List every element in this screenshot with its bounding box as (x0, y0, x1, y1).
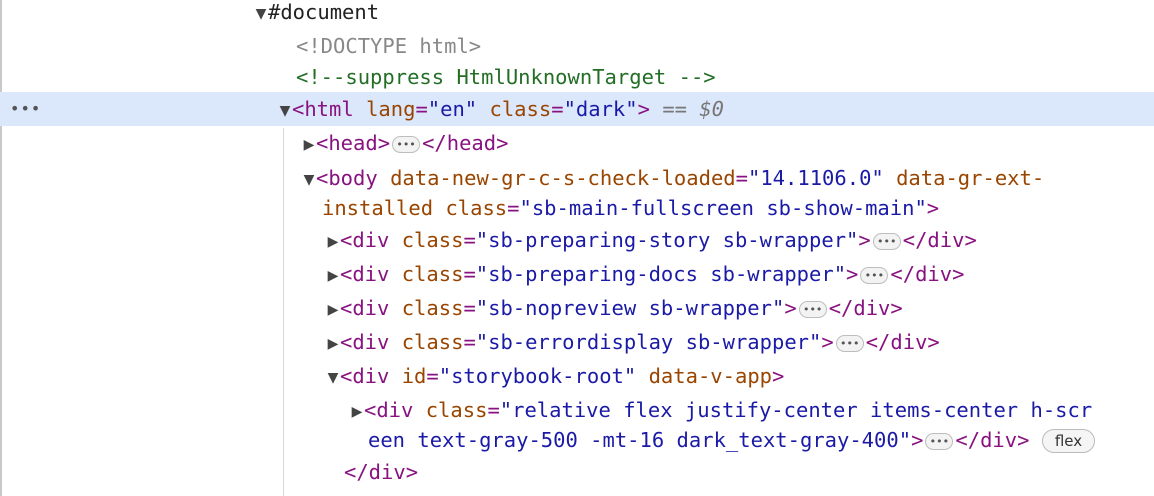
collapsed-content-ellipsis[interactable]: ••• (392, 135, 421, 153)
div-class-value: "sb-errordisplay sb-wrapper" (475, 330, 822, 354)
collapsed-content-ellipsis[interactable]: ••• (860, 266, 889, 284)
node-document[interactable]: ▼#document (0, 0, 1154, 29)
body-class-value: "sb-main-fullscreen sb-show-main" (519, 196, 927, 220)
node-body[interactable]: ▼<body data-new-gr-c-s-check-loaded="14.… (0, 161, 1154, 195)
expand-triangle-right-icon[interactable]: ▶ (326, 225, 340, 259)
node-div-preparing-story[interactable]: ▶<div class="sb-preparing-story sb-wrapp… (0, 223, 1154, 257)
inner-class-value: "relative flex justify-center items-cent… (499, 398, 1093, 422)
node-comment[interactable]: <!--suppress HtmlUnknownTarget --> (0, 60, 1154, 94)
expand-triangle-down-icon[interactable]: ▼ (254, 0, 268, 31)
expand-triangle-right-icon[interactable]: ▶ (326, 259, 340, 293)
div-class-value: "sb-preparing-story sb-wrapper" (475, 228, 859, 252)
comment-label: <!--suppress HtmlUnknownTarget --> (296, 65, 716, 89)
expand-triangle-right-icon[interactable]: ▶ (326, 293, 340, 327)
doctype-label: <!DOCTYPE html> (296, 34, 482, 58)
inner-class-value-continued: een text-gray-500 -mt-16 dark_text-gray-… (368, 428, 912, 452)
root-id-value: "storybook-root" (438, 364, 637, 388)
body-attr1-name: data-new-gr-c-s-check-loaded (390, 166, 736, 190)
collapsed-content-ellipsis[interactable]: ••• (835, 334, 864, 352)
collapsed-content-ellipsis[interactable]: ••• (798, 300, 827, 318)
node-div-inner-continued[interactable]: een text-gray-500 -mt-16 dark_text-gray-… (0, 423, 1154, 457)
node-doctype[interactable]: <!DOCTYPE html> (0, 29, 1154, 63)
expand-triangle-right-icon[interactable]: ▶ (302, 128, 316, 162)
div-close-tag: </div> (865, 330, 940, 354)
row-menu-icon[interactable]: ••• (10, 92, 41, 126)
expand-triangle-right-icon[interactable]: ▶ (326, 327, 340, 361)
selected-node-marker: == $0 (662, 97, 725, 121)
collapsed-content-ellipsis[interactable]: ••• (872, 232, 901, 250)
div-close-tag: </div> (955, 428, 1030, 452)
body-attr1-value: "14.1106.0" (747, 166, 884, 190)
expand-triangle-down-icon[interactable]: ▼ (278, 94, 292, 128)
node-div-close[interactable]: </div> (0, 455, 1154, 489)
node-div-storybook-root[interactable]: ▼<div id="storybook-root" data-v-app> (0, 359, 1154, 393)
div-class-value: "sb-nopreview sb-wrapper" (475, 296, 785, 320)
div-class-value: "sb-preparing-docs sb-wrapper" (475, 262, 847, 286)
body-attr2-name: data-gr-ext- (896, 166, 1045, 190)
root-extra-attr: data-v-app (648, 364, 772, 388)
div-close-tag: </div> (902, 228, 977, 252)
node-html-selected[interactable]: ••• ▼<html lang="en" class="dark"> == $0 (0, 92, 1154, 126)
node-div-preparing-docs[interactable]: ▶<div class="sb-preparing-docs sb-wrappe… (0, 257, 1154, 291)
node-div-errordisplay[interactable]: ▶<div class="sb-errordisplay sb-wrapper"… (0, 325, 1154, 359)
head-open-tag: <head> (316, 131, 391, 155)
div-close-tag: </div> (344, 460, 419, 484)
node-body-continued[interactable]: installed class="sb-main-fullscreen sb-s… (0, 191, 1154, 225)
document-label: #document (268, 0, 380, 24)
div-close-tag: </div> (890, 262, 965, 286)
node-div-nopreview[interactable]: ▶<div class="sb-nopreview sb-wrapper"> ••… (0, 291, 1154, 325)
node-div-inner[interactable]: ▶<div class="relative flex justify-cente… (0, 393, 1154, 427)
flex-badge[interactable]: flex (1041, 429, 1096, 453)
node-head[interactable]: ▶<head> ••• </head> (0, 126, 1154, 160)
body-attr2-name-continued: installed (322, 196, 434, 220)
expand-triangle-down-icon[interactable]: ▼ (326, 361, 340, 395)
head-close-tag: </head> (422, 131, 509, 155)
div-close-tag: </div> (828, 296, 903, 320)
collapsed-content-ellipsis[interactable]: ••• (925, 432, 954, 450)
